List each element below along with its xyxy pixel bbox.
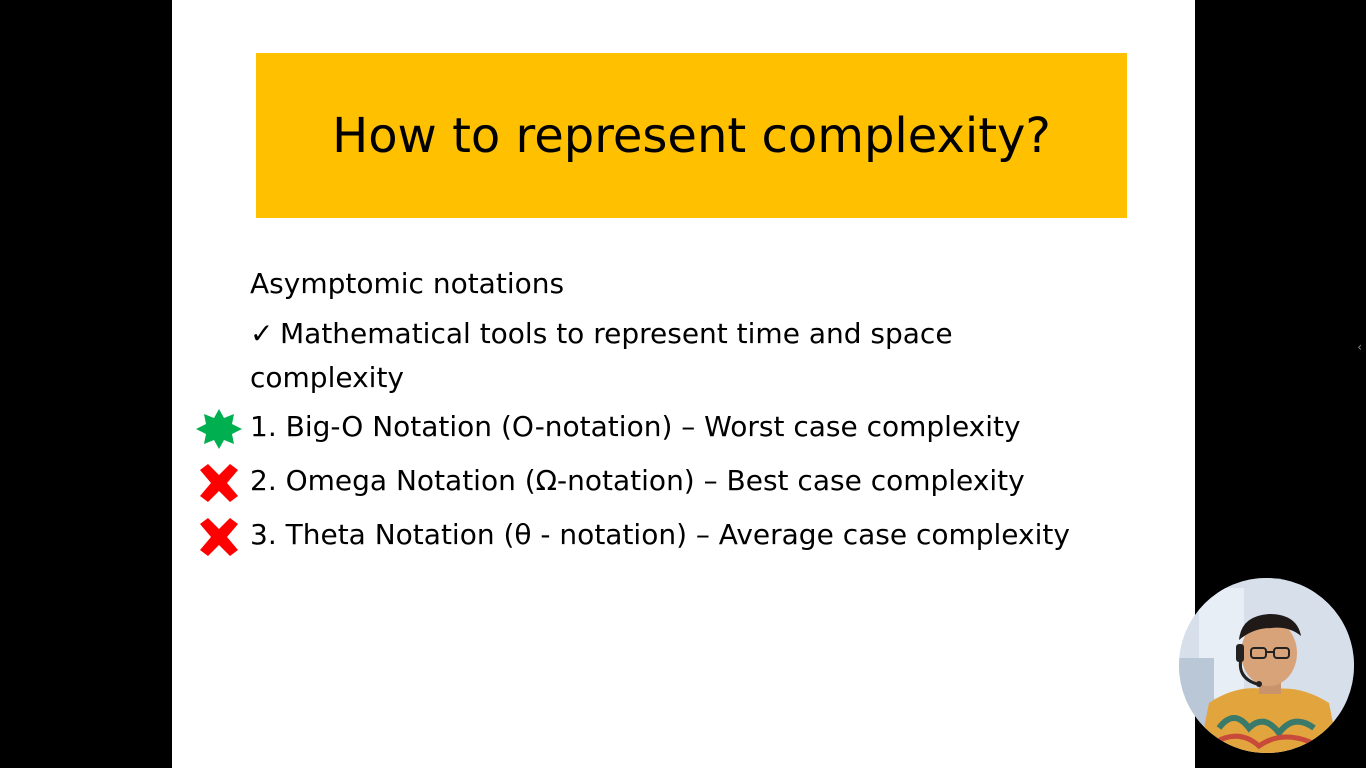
slide-body: Asymptomic notations ✓ Mathematical tools…	[196, 262, 1180, 562]
green-star-icon	[196, 409, 242, 449]
heading-line: Asymptomic notations	[250, 262, 1180, 306]
list-item-big-o: 1. Big-O Notation (O-notation) – Worst c…	[196, 400, 1180, 454]
list-item-omega: 2. Omega Notation (Ω-notation) – Best ca…	[200, 454, 1180, 508]
presentation-stage: How to represent complexity? Asymptomic …	[0, 0, 1366, 768]
list-item-theta: 3. Theta Notation (θ - notation) – Avera…	[200, 508, 1180, 562]
red-x-icon	[200, 464, 238, 502]
list-item-text: 3. Theta Notation (θ - notation) – Avera…	[250, 518, 1070, 551]
presenter-webcam	[1179, 578, 1354, 753]
list-item-text: 2. Omega Notation (Ω-notation) – Best ca…	[250, 464, 1025, 497]
panel-collapse-arrow[interactable]: ‹	[1357, 340, 1362, 354]
checkmark-icon: ✓	[250, 317, 274, 350]
check-line: ✓ Mathematical tools to represent time an…	[250, 312, 1110, 400]
check-text: Mathematical tools to represent time and…	[250, 317, 953, 394]
title-banner: How to represent complexity?	[256, 53, 1127, 218]
presenter-video-frame	[1179, 578, 1354, 753]
notations-heading: Asymptomic notations	[250, 267, 565, 300]
red-x-icon	[200, 518, 238, 556]
list-item-text: 1. Big-O Notation (O-notation) – Worst c…	[250, 410, 1021, 443]
slide-title: How to represent complexity?	[332, 107, 1051, 164]
slide: How to represent complexity? Asymptomic …	[172, 0, 1195, 768]
